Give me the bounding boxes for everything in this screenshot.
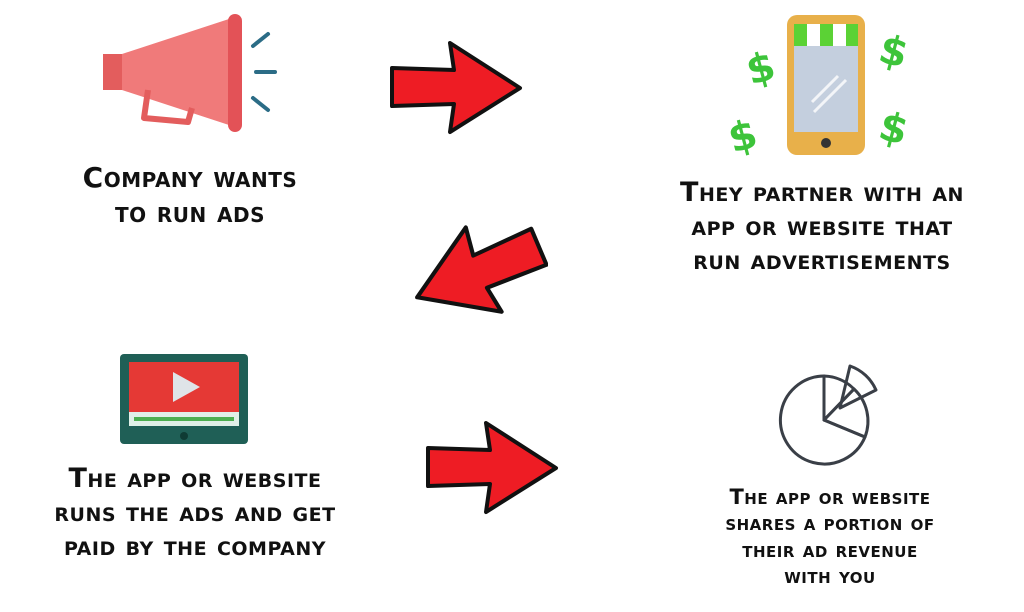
step-4-line: with you bbox=[784, 563, 876, 588]
step-2-line: run advertisements bbox=[693, 244, 951, 276]
step-4-line: shares a portion of bbox=[725, 511, 935, 536]
svg-text:$: $ bbox=[723, 111, 762, 160]
step-4-line: their ad revenue bbox=[742, 537, 918, 562]
step-3-line: runs the ads and get bbox=[54, 496, 336, 528]
step-3-line: paid by the company bbox=[63, 530, 327, 562]
arrow-right-icon bbox=[388, 40, 524, 135]
svg-text:$: $ bbox=[874, 26, 913, 78]
step-3-line: The app or website bbox=[68, 463, 322, 494]
step-1-line: Company wants bbox=[82, 161, 298, 194]
step-3-caption: The app or website runs the ads and get … bbox=[35, 462, 355, 563]
svg-text:$: $ bbox=[874, 103, 913, 155]
step-4-caption: The app or website shares a portion of t… bbox=[700, 484, 960, 589]
arrow-down-left-icon bbox=[408, 222, 549, 322]
smartphone-store-icon: $ $ $ $ bbox=[722, 10, 922, 163]
pie-chart-icon bbox=[768, 362, 884, 474]
step-4-line: The app or website bbox=[729, 485, 931, 509]
video-player-icon bbox=[118, 352, 250, 446]
step-2-caption: They partner with an app or website that… bbox=[672, 176, 972, 277]
step-1-caption: Company wants to run ads bbox=[60, 160, 320, 230]
svg-text:$: $ bbox=[741, 43, 780, 95]
step-1-line: to run ads bbox=[114, 196, 265, 229]
megaphone-icon bbox=[100, 10, 280, 135]
step-2-line: app or website that bbox=[691, 210, 953, 242]
arrow-right-icon bbox=[424, 420, 560, 515]
step-2-line: They partner with an bbox=[680, 177, 964, 208]
